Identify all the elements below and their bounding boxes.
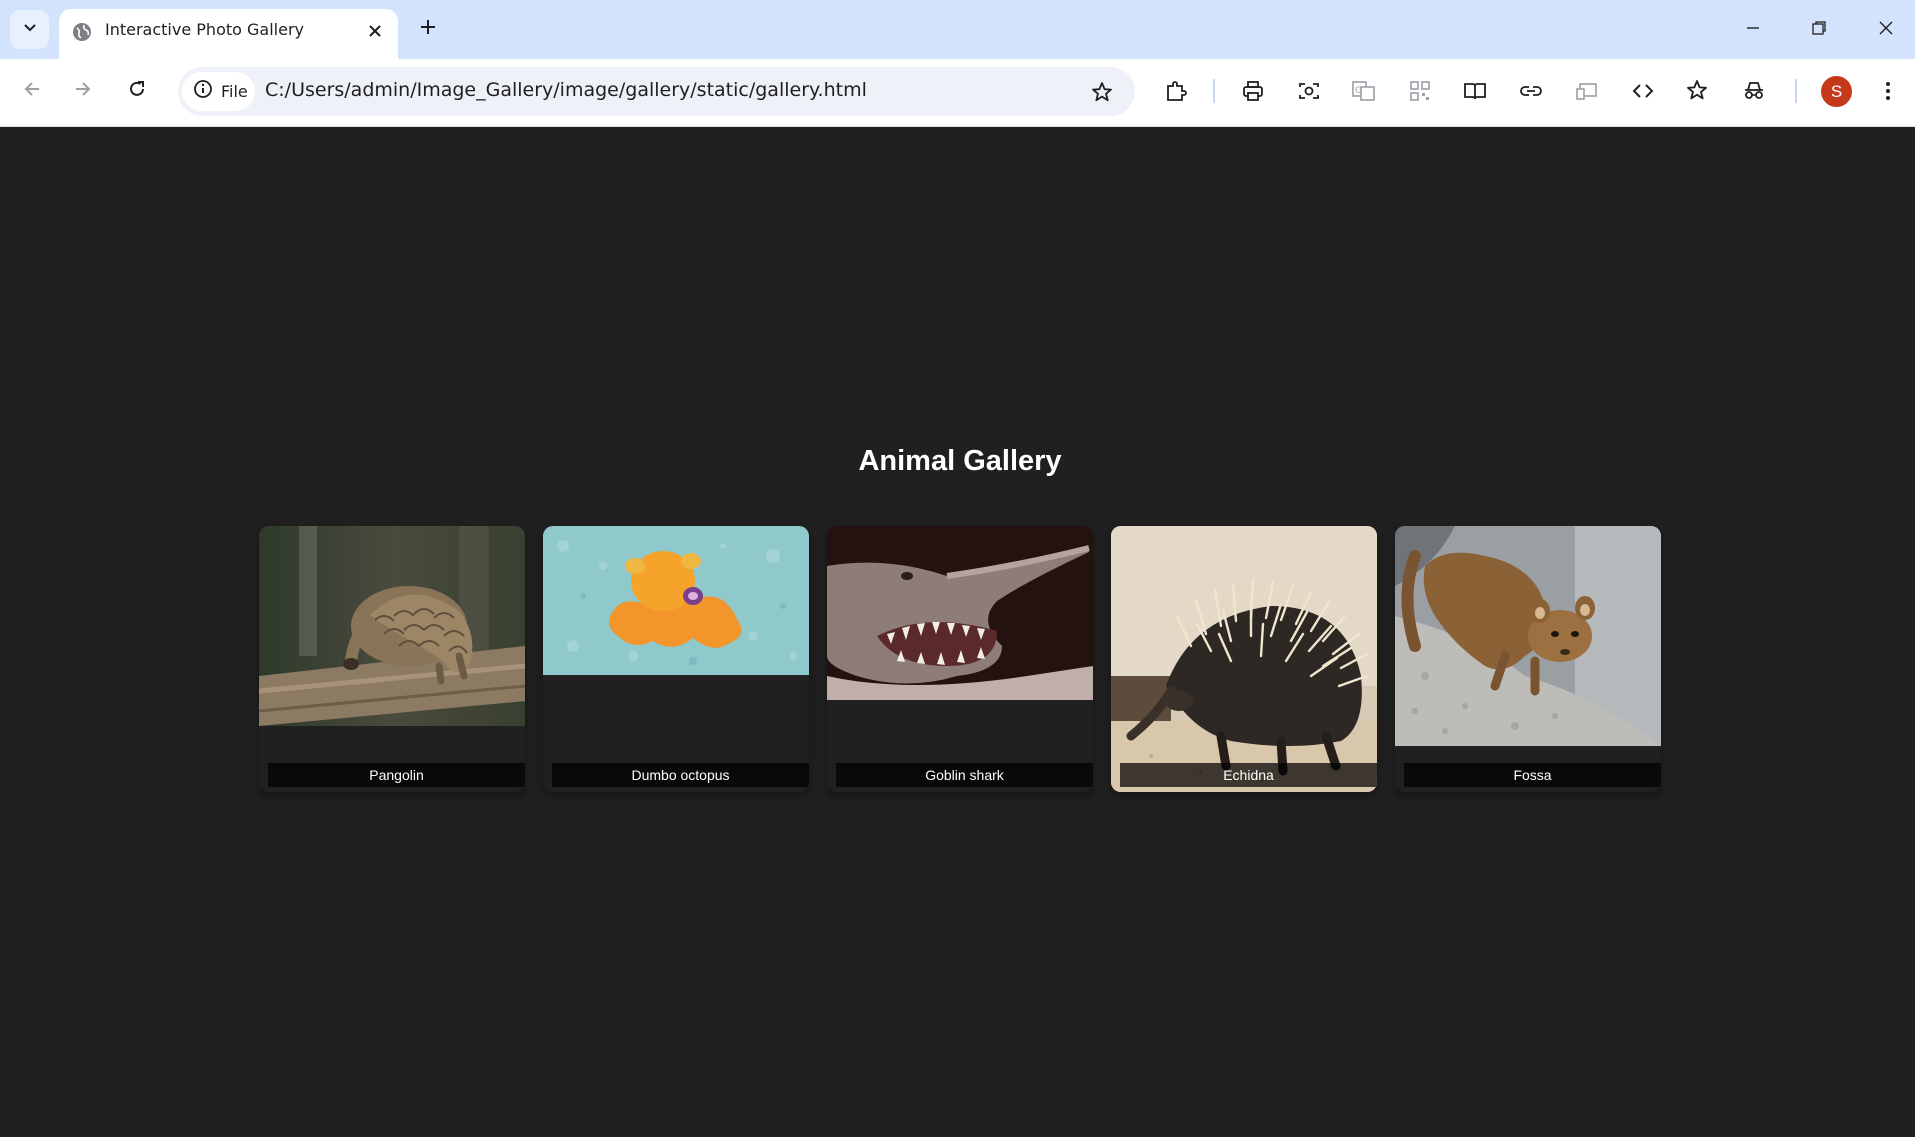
- minimize-button[interactable]: [1733, 10, 1773, 50]
- translate-icon[interactable]: G: [1347, 74, 1381, 108]
- gallery-card-echidna[interactable]: Echidna: [1111, 526, 1377, 792]
- gallery-card-fossa[interactable]: Fossa: [1395, 526, 1661, 792]
- goblin-shark-photo: [827, 526, 1093, 700]
- code-icon[interactable]: [1626, 74, 1660, 108]
- close-window-button[interactable]: [1866, 10, 1906, 50]
- info-icon: [193, 79, 213, 104]
- back-button[interactable]: [13, 72, 51, 110]
- close-icon: [1878, 20, 1894, 41]
- fossa-photo: [1395, 526, 1661, 746]
- minimize-icon: [1745, 20, 1761, 41]
- echidna-photo: [1111, 526, 1377, 792]
- menu-kebab-icon[interactable]: [1871, 74, 1905, 108]
- card-caption: Pangolin: [268, 763, 525, 787]
- chip-label: File: [221, 82, 248, 101]
- card-caption: Fossa: [1404, 763, 1661, 787]
- favorites-icon[interactable]: [1681, 74, 1715, 108]
- browser-toolbar: File C:/Users/admin/Image_Gallery/image/…: [0, 59, 1915, 127]
- tab-title: Interactive Photo Gallery: [105, 20, 304, 39]
- url-text[interactable]: C:/Users/admin/Image_Gallery/image/galle…: [265, 79, 867, 101]
- plus-icon: [419, 18, 437, 41]
- gallery-card-dumbo-octopus[interactable]: Dumbo octopus: [543, 526, 809, 792]
- tab-active[interactable]: Interactive Photo Gallery: [59, 9, 398, 59]
- page-content: Animal Gallery Pangolin Dumbo octopus Go…: [0, 127, 1915, 1137]
- screenshot-icon[interactable]: [1292, 74, 1326, 108]
- globe-icon: [71, 21, 93, 43]
- tab-search-button[interactable]: [10, 10, 49, 49]
- reading-mode-icon[interactable]: [1458, 74, 1492, 108]
- arrow-right-icon: [73, 79, 93, 104]
- profile-avatar[interactable]: S: [1821, 76, 1852, 107]
- tab-close-icon[interactable]: [362, 18, 388, 44]
- card-caption: Dumbo octopus: [552, 763, 809, 787]
- cast-icon[interactable]: [1570, 74, 1604, 108]
- svg-text:G: G: [1355, 86, 1362, 96]
- extensions-icon[interactable]: [1159, 74, 1193, 108]
- print-icon[interactable]: [1236, 74, 1270, 108]
- bookmark-star-icon[interactable]: [1087, 77, 1117, 107]
- dumbo-octopus-photo: [543, 526, 809, 675]
- address-bar[interactable]: File C:/Users/admin/Image_Gallery/image/…: [178, 67, 1135, 116]
- gallery-card-pangolin[interactable]: Pangolin: [259, 526, 525, 792]
- reload-button[interactable]: [118, 72, 156, 110]
- link-icon[interactable]: [1514, 74, 1548, 108]
- new-tab-button[interactable]: [413, 14, 443, 44]
- arrow-left-icon: [22, 79, 42, 104]
- card-caption: Echidna: [1120, 763, 1377, 787]
- pangolin-photo: [259, 526, 525, 726]
- tab-strip: Interactive Photo Gallery: [0, 0, 1915, 59]
- toolbar-separator: [1213, 79, 1215, 103]
- card-caption: Goblin shark: [836, 763, 1093, 787]
- page-title: Animal Gallery: [858, 445, 1062, 477]
- site-info-chip[interactable]: File: [182, 72, 255, 111]
- restore-icon: [1811, 20, 1827, 41]
- forward-button[interactable]: [64, 72, 102, 110]
- toolbar-separator: [1795, 79, 1797, 103]
- qr-code-icon[interactable]: [1403, 74, 1437, 108]
- reload-icon: [127, 79, 147, 104]
- restore-button[interactable]: [1799, 10, 1839, 50]
- incognito-icon[interactable]: [1737, 74, 1771, 108]
- gallery-card-goblin-shark[interactable]: Goblin shark: [827, 526, 1093, 792]
- chevron-down-icon: [22, 19, 38, 40]
